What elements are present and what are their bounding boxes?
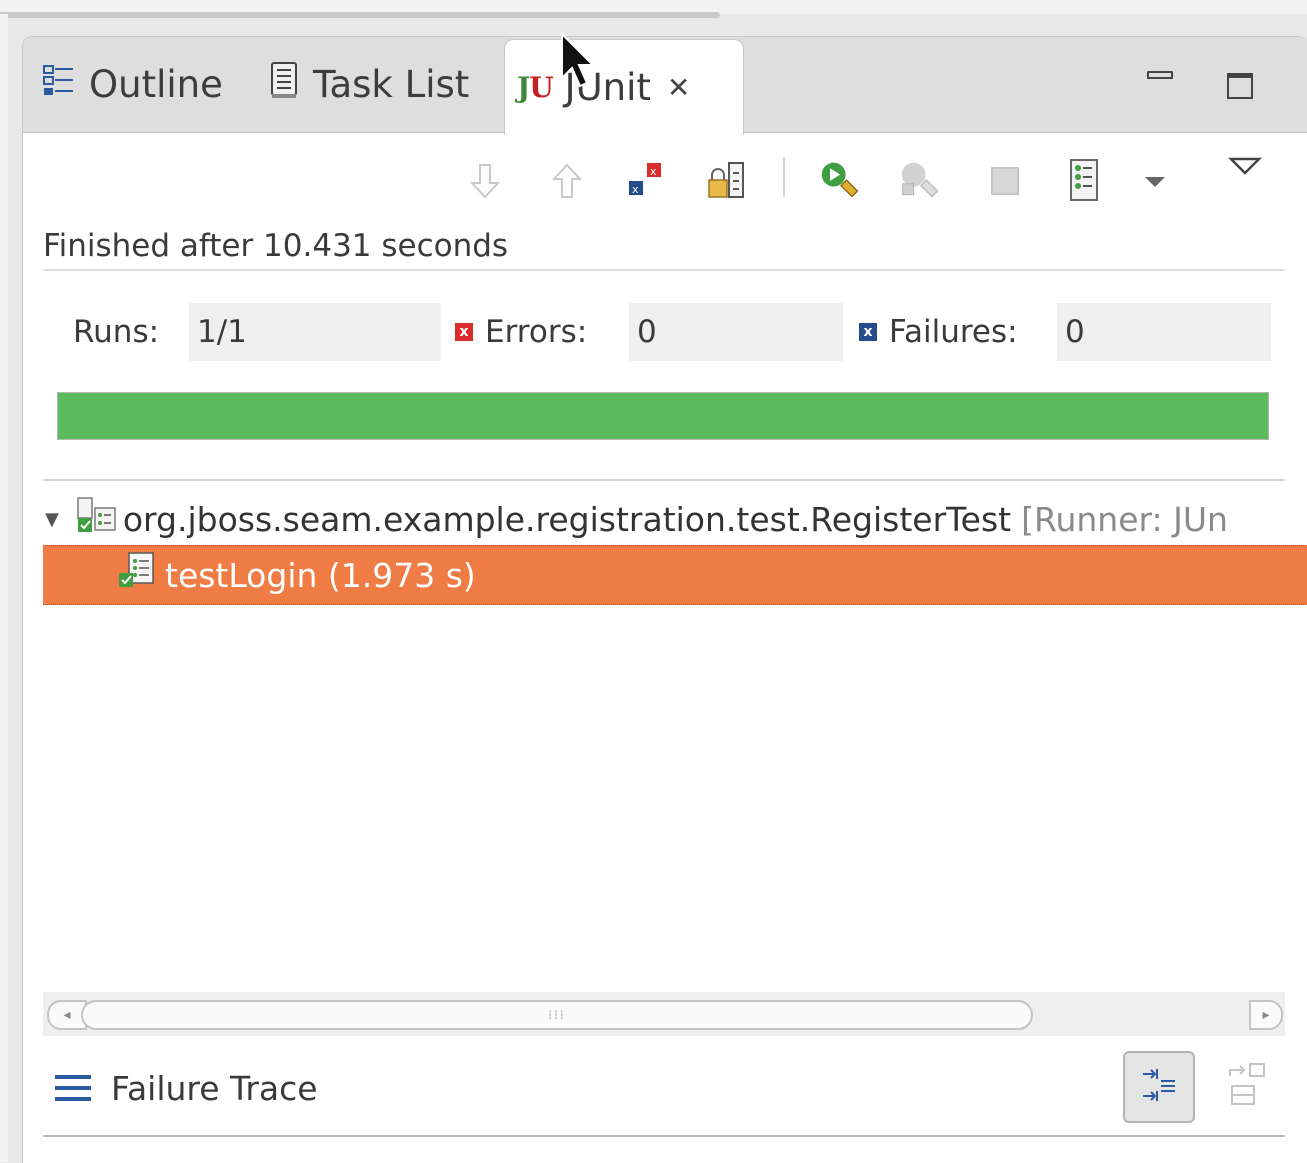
scrollbar-thumb[interactable]: ⁞⁞⁞ — [81, 1000, 1033, 1030]
failure-trace-divider — [43, 1135, 1285, 1137]
failure-trace-header: Failure Trace — [43, 1047, 1285, 1127]
errors-label-group: x Errors: — [455, 303, 587, 361]
minimize-button[interactable] — [1147, 71, 1173, 79]
test-name: testLogin (1.973 s) — [165, 555, 476, 595]
toolbar-separator — [783, 157, 785, 197]
svg-text:x: x — [632, 183, 639, 196]
sash-top[interactable] — [0, 12, 720, 18]
filter-stack-trace-icon — [1139, 1065, 1179, 1109]
stop-icon[interactable] — [983, 157, 1027, 205]
junit-logo-j: J — [517, 71, 530, 104]
test-case-ok-icon — [115, 551, 159, 599]
run-status-text: Finished after 10.431 seconds — [43, 228, 509, 264]
failures-value: 0 — [1057, 303, 1271, 361]
maximize-button[interactable] — [1227, 73, 1253, 99]
tab-task-list-label: Task List — [313, 63, 470, 106]
failure-icon: x — [859, 323, 877, 341]
view-menu-icon[interactable] — [1223, 143, 1267, 191]
horizontal-scrollbar[interactable]: ◂ ⁞⁞⁞ ▸ — [43, 992, 1285, 1036]
tab-task-list[interactable]: Task List — [269, 37, 469, 132]
suite-name: org.jboss.seam.example.registration.test… — [122, 499, 1012, 539]
history-dropdown-icon[interactable] — [1133, 157, 1177, 205]
outline-icon — [41, 62, 77, 107]
junit-logo-u: U — [529, 71, 553, 104]
show-failures-only-icon[interactable]: x x — [625, 157, 669, 205]
failures-label: Failures: — [889, 314, 1018, 350]
junit-toolbar: x x — [23, 157, 1307, 207]
tab-junit[interactable]: JU JUnit ✕ — [504, 39, 744, 135]
junit-logo-icon: JU — [517, 71, 554, 104]
close-icon[interactable]: ✕ — [667, 71, 690, 104]
junit-view-panel: Outline Task List JU JUnit ✕ x x Finishe… — [22, 36, 1307, 1163]
test-run-history-icon[interactable] — [1063, 157, 1107, 205]
tree-divider — [43, 479, 1285, 481]
window-left-edge — [0, 14, 8, 1162]
test-progress-bar — [57, 392, 1269, 440]
previous-failure-icon[interactable] — [545, 157, 589, 205]
counter-panel: Runs: 1/1 x Errors: 0 x Failures: 0 — [43, 303, 1273, 361]
compare-results-icon — [1226, 1062, 1272, 1112]
suite-runner: [Runner: JUn — [1021, 499, 1228, 539]
test-progress-fill — [58, 393, 1268, 439]
svg-text:x: x — [650, 165, 657, 178]
errors-label: Errors: — [485, 314, 588, 350]
rerun-failed-first-icon[interactable] — [899, 157, 943, 205]
filter-stack-trace-button[interactable] — [1123, 1051, 1195, 1123]
tab-outline[interactable]: Outline — [41, 37, 223, 132]
status-divider — [43, 269, 1285, 271]
tree-row-suite[interactable]: ▼ org.jboss.seam.example.registration.te… — [43, 489, 1307, 549]
runs-label: Runs: — [73, 314, 160, 350]
next-failure-icon[interactable] — [463, 157, 507, 205]
test-tree: ▼ org.jboss.seam.example.registration.te… — [43, 487, 1307, 992]
task-list-icon — [269, 60, 301, 109]
stack-trace-icon — [55, 1073, 91, 1103]
tab-outline-label: Outline — [89, 63, 223, 106]
scroll-right-icon[interactable]: ▸ — [1249, 1000, 1283, 1030]
expand-triangle-icon[interactable]: ▼ — [45, 509, 59, 530]
failures-label-group: x Failures: — [859, 303, 1018, 361]
view-tab-bar: Outline Task List JU JUnit ✕ — [23, 37, 1307, 135]
test-suite-ok-icon — [75, 496, 119, 542]
failure-trace-title: Failure Trace — [111, 1069, 318, 1108]
errors-value: 0 — [629, 303, 843, 361]
tab-junit-label: JUnit — [564, 66, 651, 109]
compare-results-button[interactable] — [1219, 1057, 1279, 1117]
runs-value: 1/1 — [189, 303, 441, 361]
tree-row-test[interactable]: testLogin (1.973 s) — [43, 545, 1307, 605]
error-icon: x — [455, 323, 473, 341]
scroll-lock-icon[interactable] — [705, 157, 749, 205]
rerun-test-icon[interactable] — [819, 157, 863, 205]
